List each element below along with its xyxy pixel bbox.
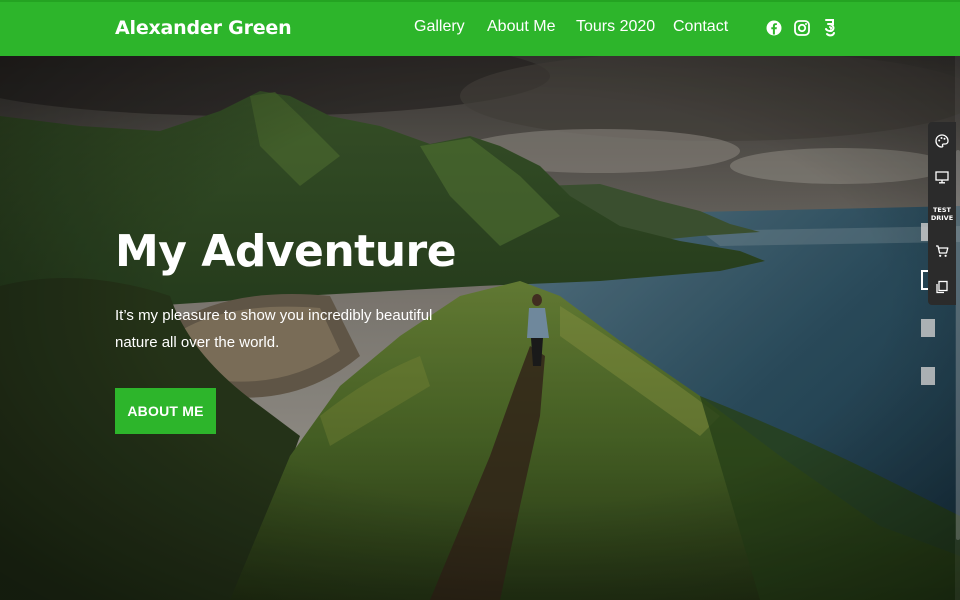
test-drive-button[interactable]: TEST DRIVE	[928, 202, 956, 226]
monitor-icon[interactable]	[928, 166, 956, 188]
side-toolbar: TEST DRIVE	[928, 122, 956, 305]
cart-icon[interactable]	[928, 240, 956, 262]
top-navbar: Alexander Green Gallery About Me Tours 2…	[0, 0, 960, 56]
scrollbar-thumb[interactable]	[956, 150, 960, 540]
slide-dot-4[interactable]	[921, 367, 935, 385]
nav-contact[interactable]: Contact	[673, 18, 728, 36]
main-nav: Gallery About Me Tours 2020 Contact	[0, 18, 960, 40]
nav-tours-2020[interactable]: Tours 2020	[576, 18, 655, 36]
nav-gallery[interactable]: Gallery	[414, 18, 465, 36]
hero-title: My Adventure	[115, 226, 457, 277]
hero-subtitle: It’s my pleasure to show you incredibly …	[115, 307, 433, 351]
nav-about-me[interactable]: About Me	[487, 18, 555, 36]
palette-icon[interactable]	[928, 130, 956, 152]
slide-dot-3[interactable]	[921, 319, 935, 337]
test-drive-label-1: TEST	[933, 206, 951, 214]
copy-icon[interactable]	[928, 276, 956, 298]
hero-section: My Adventure It’s my pleasure to show yo…	[0, 56, 960, 600]
about-me-button[interactable]: ABOUT ME	[115, 388, 216, 434]
social-icon[interactable]	[823, 18, 837, 38]
test-drive-label-2: DRIVE	[930, 214, 954, 222]
facebook-icon[interactable]	[766, 18, 782, 38]
instagram-icon[interactable]	[794, 18, 810, 38]
